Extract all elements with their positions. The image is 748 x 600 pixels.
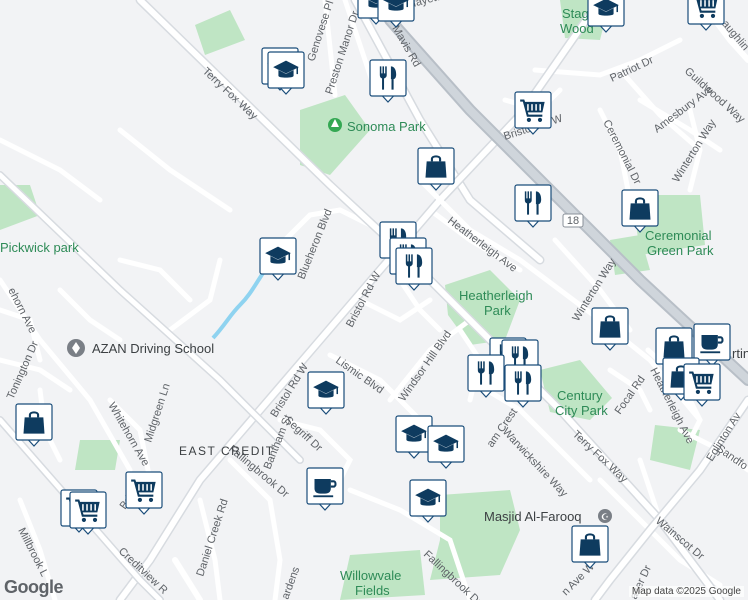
svg-text:☪: ☪ xyxy=(601,512,609,522)
park-label-ceremonial-2: Green Park xyxy=(647,243,714,258)
grocery-marker[interactable] xyxy=(514,91,552,135)
poi-label-azan: AZAN Driving School xyxy=(92,341,214,356)
park-label-stag: Stag xyxy=(562,6,589,21)
park-label-century: Century xyxy=(557,388,603,403)
cafe-marker[interactable] xyxy=(306,467,344,511)
poi-label-masjid: Masjid Al-Farooq xyxy=(484,509,582,524)
grocery-marker[interactable] xyxy=(125,471,163,515)
svg-text:18: 18 xyxy=(567,215,579,227)
highway-18-shield: 18 xyxy=(562,213,584,228)
park-pin-icon xyxy=(328,118,342,132)
grocery-marker[interactable] xyxy=(69,491,107,535)
park-label-willowvale-2: Fields xyxy=(355,583,390,598)
park-label-willowvale: Willowvale xyxy=(340,568,401,583)
shopping-marker[interactable] xyxy=(15,403,53,447)
school-marker[interactable] xyxy=(267,51,305,95)
area-label-east-credit: EAST CREDIT xyxy=(179,444,275,458)
map-canvas[interactable]: 18 Terry Fox Way Terry Fox Way Mavis Rd … xyxy=(0,0,748,600)
park-label-pickwick: Pickwick park xyxy=(0,240,79,255)
school-marker[interactable] xyxy=(409,479,447,523)
school-marker[interactable] xyxy=(427,425,465,469)
shopping-marker[interactable] xyxy=(417,147,455,191)
restaurant-marker[interactable] xyxy=(467,354,505,398)
shopping-marker[interactable] xyxy=(591,307,629,351)
park-label-sonoma: Sonoma Park xyxy=(347,119,426,134)
restaurant-marker[interactable] xyxy=(395,247,433,291)
school-marker[interactable] xyxy=(395,415,433,459)
park-label-heatherleigh: Heatherleigh xyxy=(459,288,533,303)
google-logo: Google xyxy=(4,577,64,597)
restaurant-marker[interactable] xyxy=(369,59,407,103)
restaurant-marker[interactable] xyxy=(504,364,542,408)
school-marker[interactable] xyxy=(307,371,345,415)
shopping-marker[interactable] xyxy=(571,525,609,569)
poi-label-martin: rtin xyxy=(732,346,748,361)
park-label-heatherleigh-2: Park xyxy=(484,303,511,318)
shopping-marker[interactable] xyxy=(621,189,659,233)
restaurant-marker[interactable] xyxy=(514,184,552,228)
park-label-century-2: City Park xyxy=(555,403,608,418)
park-label-ceremonial: Ceremonial xyxy=(645,228,712,243)
school-marker[interactable] xyxy=(259,237,297,281)
map-attribution[interactable]: Map data ©2025 Google xyxy=(628,586,744,597)
grocery-marker[interactable] xyxy=(683,363,721,407)
